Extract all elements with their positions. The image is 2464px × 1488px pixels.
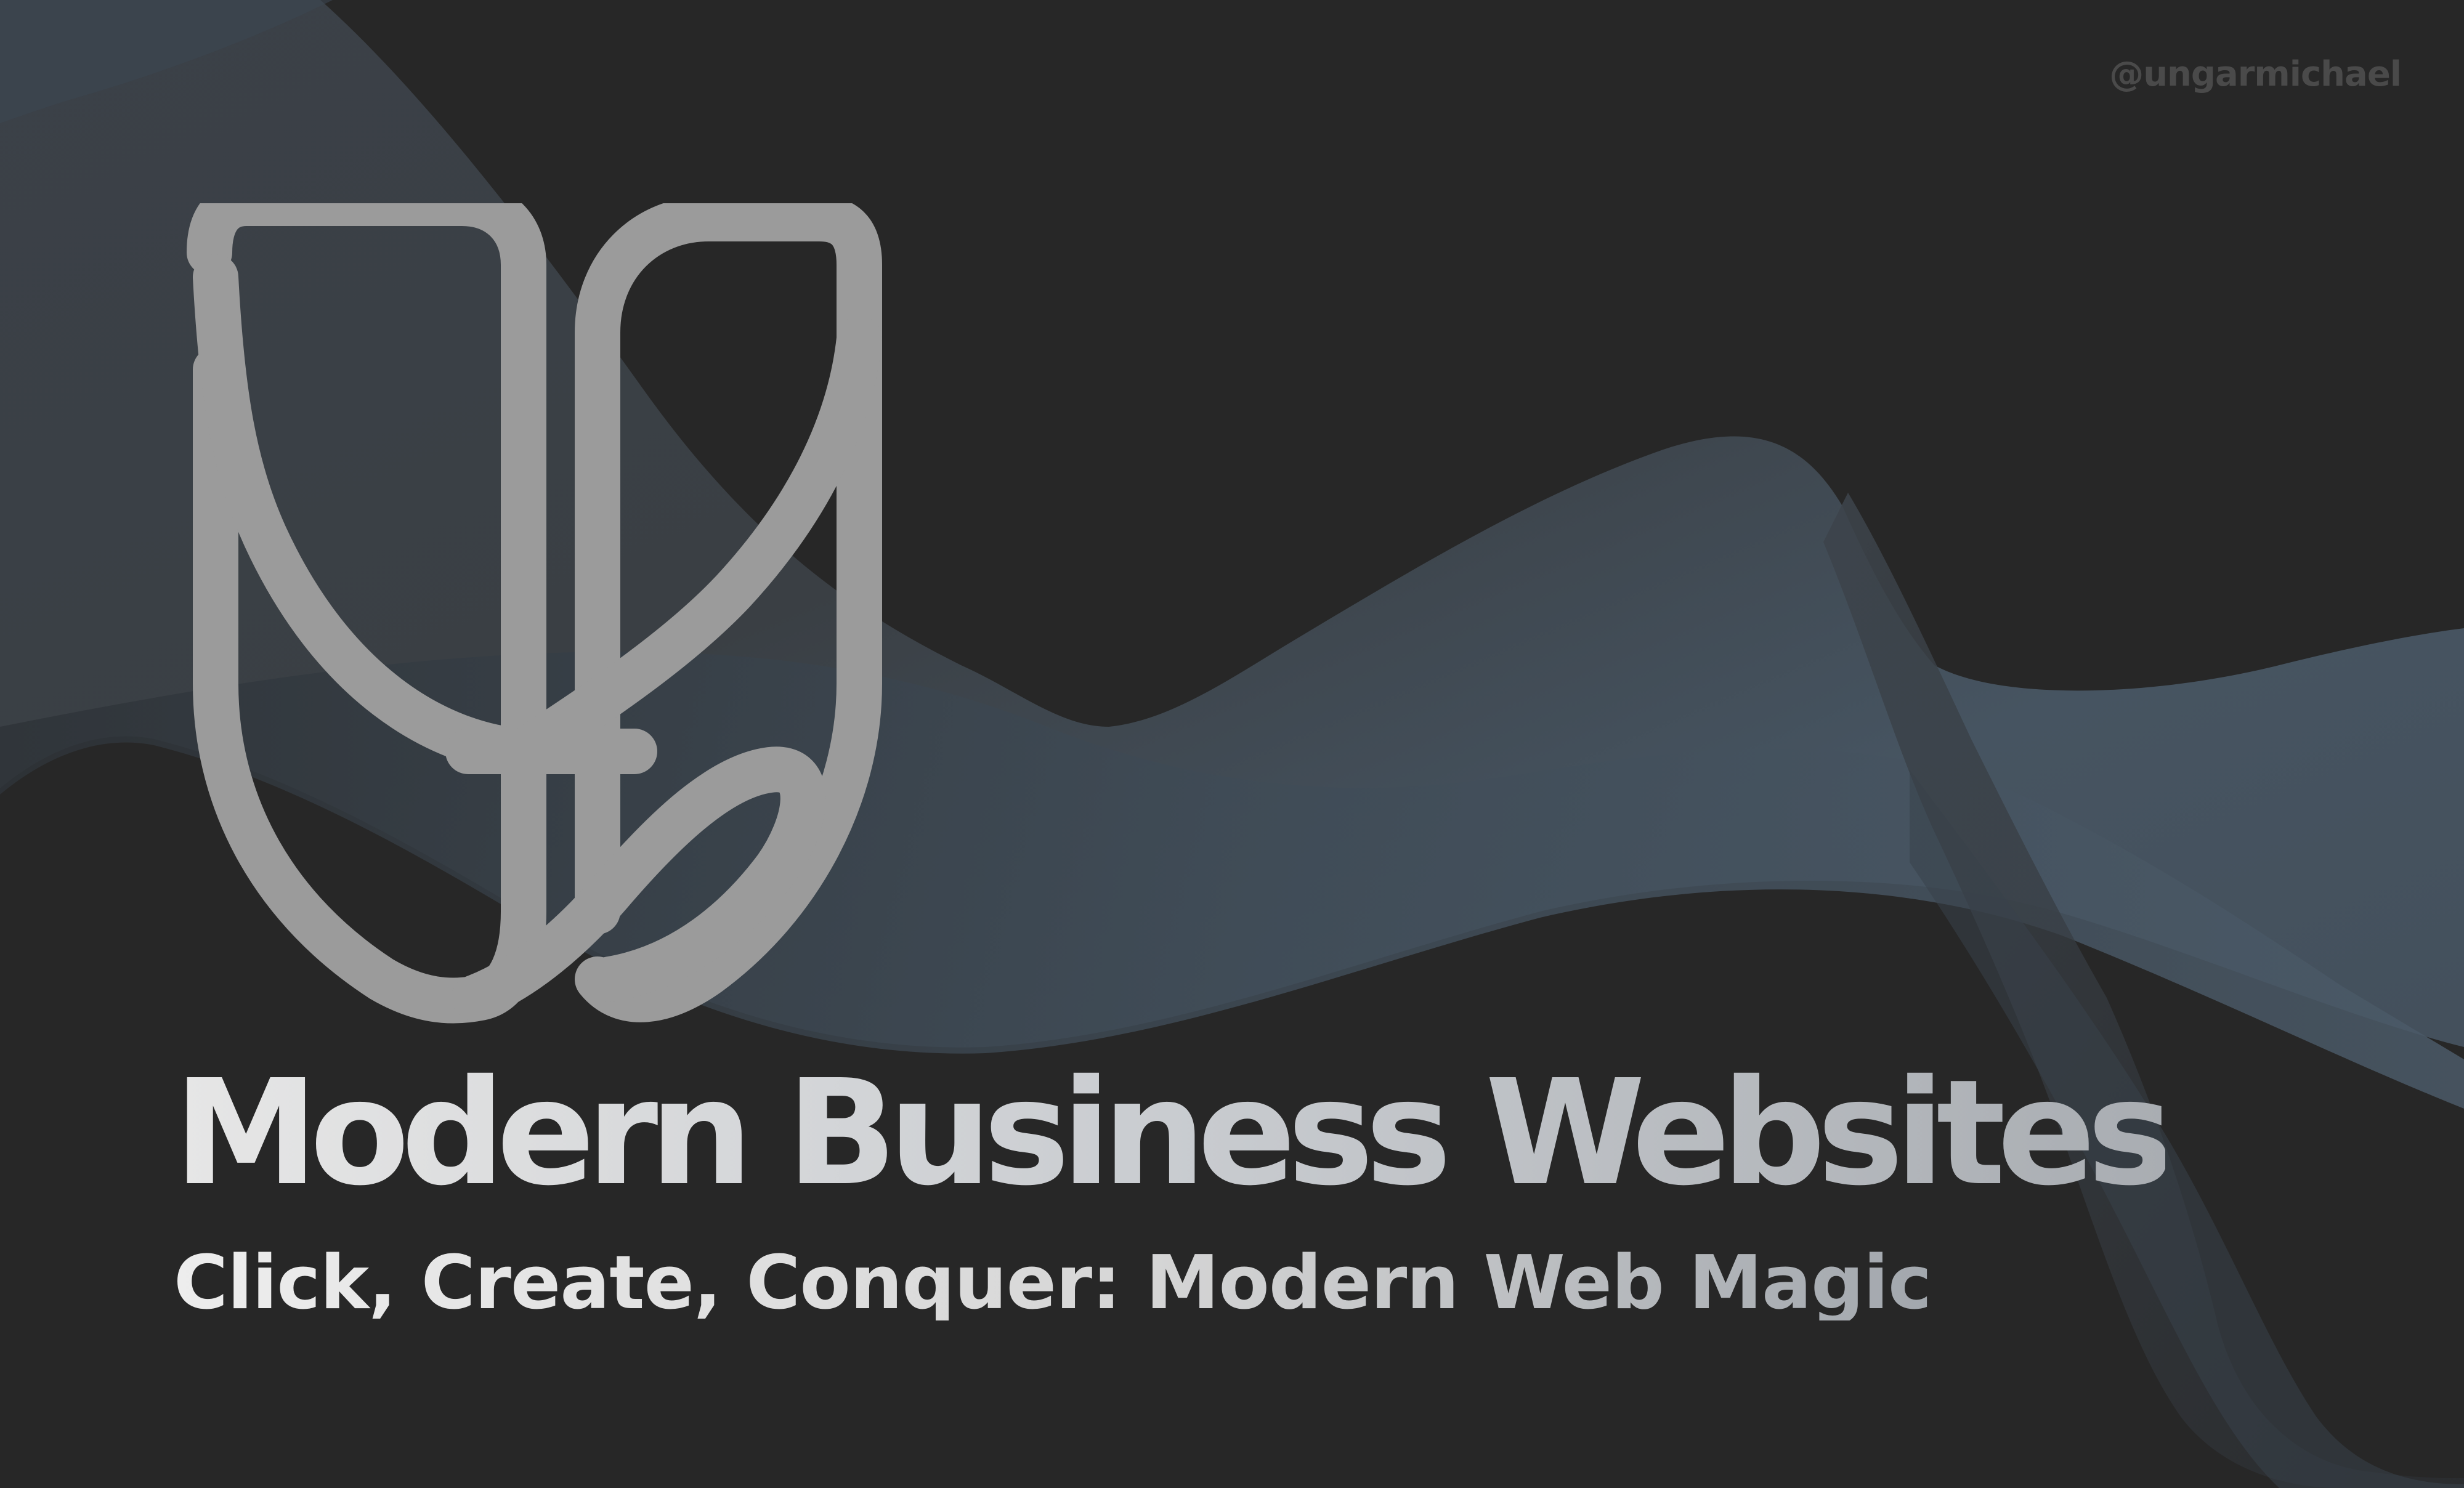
headline-title: Modern Business Websites (174, 1048, 2174, 1218)
stylized-u-b-monogram-icon (187, 203, 882, 1024)
author-handle: @ungarmichael (2109, 54, 2402, 94)
social-banner: @ungarmichael Modern Business Websites C… (0, 0, 2464, 1488)
subheadline: Click, Create, Conquer: Modern Web Magic (174, 1240, 1932, 1326)
